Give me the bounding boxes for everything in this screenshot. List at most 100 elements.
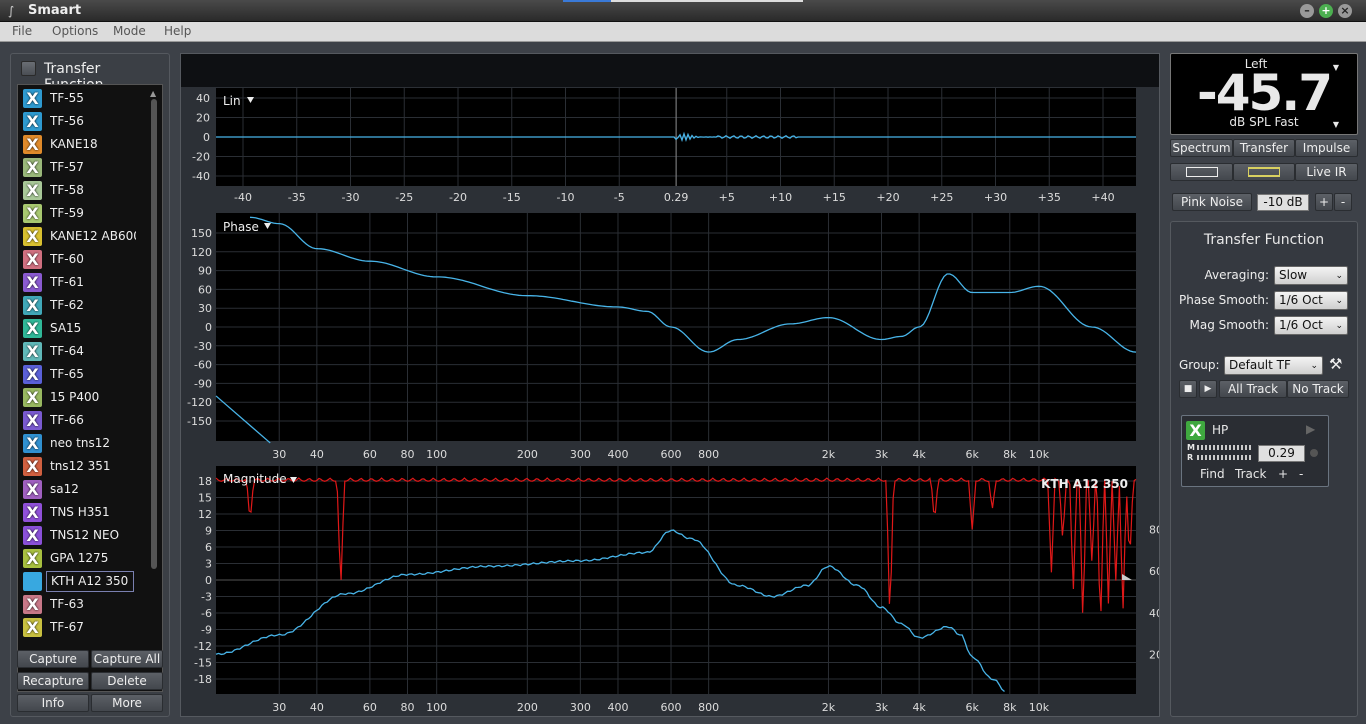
no-track-button[interactable]: No Track — [1287, 380, 1349, 398]
group-select[interactable]: Default TF ⌄ — [1224, 356, 1323, 375]
track-toggle-x-icon[interactable]: X — [23, 250, 42, 269]
track-toggle-x-icon[interactable]: X — [23, 388, 42, 407]
stop-button[interactable]: ■ — [1179, 380, 1197, 398]
track-toggle-x-icon[interactable]: X — [23, 273, 42, 292]
track-toggle-x-icon[interactable]: X — [23, 204, 42, 223]
track-toggle-x-icon[interactable]: X — [23, 549, 42, 568]
delete-button[interactable]: Delete — [91, 672, 163, 690]
track-toggle-x-icon[interactable]: X — [23, 526, 42, 545]
close-icon[interactable]: × — [1338, 4, 1352, 18]
all-track-button[interactable]: All Track — [1219, 380, 1287, 398]
level-up-button[interactable]: + — [1315, 193, 1333, 211]
capture-all-button[interactable]: Capture All — [91, 650, 163, 668]
level-down-button[interactable]: - — [1334, 193, 1352, 211]
recapture-button[interactable]: Recapture — [17, 672, 89, 690]
tab-impulse[interactable]: Impulse — [1295, 139, 1358, 157]
track-toggle-x-icon[interactable]: X — [23, 595, 42, 614]
phase-x-tick: 30 — [272, 448, 286, 461]
track-toggle-x-icon[interactable]: X — [23, 434, 42, 453]
track-toggle-x-icon[interactable] — [23, 572, 42, 591]
track-row[interactable]: Xsa12 — [18, 478, 146, 501]
enable-x-icon[interactable]: X — [1186, 421, 1205, 440]
menu-options[interactable]: Options — [52, 24, 98, 38]
track-row[interactable]: X KANE18 — [18, 133, 146, 156]
spl-meter[interactable]: Left ▼ -45.7 dB SPL Fast ▼ — [1170, 53, 1358, 135]
tab-transfer[interactable]: Transfer — [1233, 139, 1295, 157]
track-toggle-x-icon[interactable]: X — [23, 342, 42, 361]
track-row[interactable]: X TF-62 — [18, 294, 146, 317]
menu-help[interactable]: Help — [164, 24, 191, 38]
track-toggle-x-icon[interactable]: X — [23, 457, 42, 476]
track-list[interactable]: X TF-55 X TF-56 X KANE18 X TF-57 X TF-58 X TF-59 X KA… — [17, 84, 163, 692]
track-row[interactable]: X 15 P400 — [18, 386, 146, 409]
play-button[interactable]: ▶ — [1199, 380, 1217, 398]
unit-dropdown-icon[interactable]: ▼ — [1333, 120, 1339, 129]
track-list-scrollbar[interactable]: ▲ ▼ — [148, 89, 160, 686]
track-toggle-x-icon[interactable]: X — [23, 296, 42, 315]
scroll-up-icon[interactable]: ▲ — [150, 89, 156, 98]
averaging-select[interactable]: Slow ⌄ — [1274, 266, 1348, 285]
split-view-button[interactable] — [1233, 163, 1295, 181]
track-row[interactable]: X TF-56 — [18, 110, 146, 133]
track-button[interactable]: Track — [1235, 467, 1266, 481]
track-row[interactable]: X TF-57 — [18, 156, 146, 179]
track-toggle-x-icon[interactable]: X — [23, 158, 42, 177]
menu-file[interactable]: File — [12, 24, 32, 38]
find-button[interactable]: Find — [1200, 467, 1225, 481]
plots-svg[interactable]: -40 -35 -30 -25 -20 -15 -10 -5 0.29 +5 +10 +15 +20 +2… — [181, 54, 1159, 716]
track-row[interactable]: X TF-58 — [18, 179, 146, 202]
track-row[interactable]: X TF-59 — [18, 202, 146, 225]
track-row[interactable]: X TF-63 — [18, 593, 146, 616]
track-row[interactable]: X TF-60 — [18, 248, 146, 271]
pink-noise-button[interactable]: Pink Noise — [1172, 193, 1252, 211]
info-button[interactable]: Info — [17, 694, 89, 712]
track-row[interactable]: X GPA 1275 — [18, 547, 146, 570]
track-row[interactable]: KTH A12 350 — [18, 570, 146, 593]
run-arrow-icon[interactable]: ▶ — [1306, 422, 1315, 436]
delay-minus-button[interactable]: - — [1299, 467, 1303, 481]
track-toggle-x-icon[interactable]: X — [23, 480, 42, 499]
capture-button[interactable]: Capture — [17, 650, 89, 668]
live-ir-button[interactable]: Live IR — [1295, 163, 1358, 181]
track-toggle-x-icon[interactable]: X — [23, 112, 42, 131]
minimize-icon[interactable]: – — [1300, 4, 1314, 18]
panel-toggle-checkbox[interactable] — [21, 61, 36, 76]
track-row[interactable]: X TF-61 — [18, 271, 146, 294]
track-toggle-x-icon[interactable]: X — [23, 89, 42, 108]
impulse-x-tick: -10 — [557, 191, 575, 204]
track-toggle-x-icon[interactable]: X — [23, 503, 42, 522]
track-row[interactable]: Xneo tns12 — [18, 432, 146, 455]
track-label[interactable]: KTH A12 350 — [46, 571, 134, 592]
track-toggle-x-icon[interactable]: X — [23, 181, 42, 200]
track-row[interactable]: Xtns12 351 — [18, 455, 146, 478]
delay-plus-button[interactable]: + — [1278, 467, 1288, 481]
track-toggle-x-icon[interactable]: X — [23, 319, 42, 338]
menu-mode[interactable]: Mode — [113, 24, 146, 38]
measurement-item-hp[interactable]: X HP ▶ M R 0.29 Find Track + - — [1181, 415, 1329, 487]
track-row[interactable]: X TF-65 — [18, 363, 146, 386]
maximize-icon[interactable]: + — [1319, 4, 1333, 18]
track-row[interactable]: X TNS H351 — [18, 501, 146, 524]
track-toggle-x-icon[interactable]: X — [23, 365, 42, 384]
tab-spectrum[interactable]: Spectrum — [1170, 139, 1233, 157]
track-toggle-x-icon[interactable]: X — [23, 227, 42, 246]
track-row[interactable]: X KANE12 AB600 — [18, 225, 146, 248]
stop-icon: ■ — [1183, 384, 1193, 394]
track-row[interactable]: X TF-64 — [18, 340, 146, 363]
track-row[interactable]: X TF-67 — [18, 616, 146, 639]
single-view-button[interactable] — [1170, 163, 1233, 181]
track-toggle-x-icon[interactable]: X — [23, 135, 42, 154]
more-button[interactable]: More — [91, 694, 163, 712]
track-toggle-x-icon[interactable]: X — [23, 411, 42, 430]
track-row[interactable]: X TF-66 — [18, 409, 146, 432]
mag-smooth-select[interactable]: 1/6 Oct ⌄ — [1274, 316, 1348, 335]
track-row[interactable]: X TNS12 NEO — [18, 524, 146, 547]
phase-smooth-select[interactable]: 1/6 Oct ⌄ — [1274, 291, 1348, 310]
tools-icon[interactable]: ⚒ — [1329, 355, 1342, 373]
track-row[interactable]: X SA15 — [18, 317, 146, 340]
track-row[interactable]: X TF-55 — [18, 87, 146, 110]
noise-level-field[interactable]: -10 dB — [1257, 194, 1309, 211]
impulse-y-tick: 0 — [203, 131, 210, 144]
track-toggle-x-icon[interactable]: X — [23, 618, 42, 637]
delay-field[interactable]: 0.29 — [1258, 445, 1305, 462]
